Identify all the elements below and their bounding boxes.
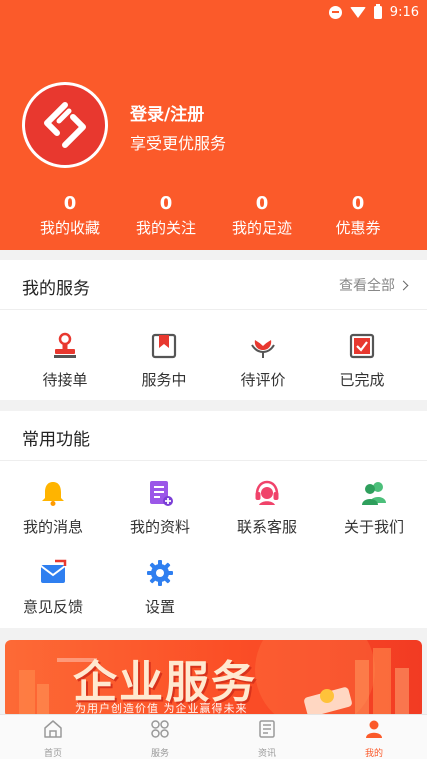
- service-in-progress[interactable]: 服务中: [119, 332, 209, 390]
- flower-icon: [251, 340, 275, 358]
- people-icon: [362, 482, 386, 505]
- function-customer-service[interactable]: 联系客服: [222, 479, 312, 537]
- mail-icon: [40, 559, 67, 583]
- document-icon: [150, 481, 173, 506]
- stat-label: 我的足迹: [231, 219, 292, 237]
- functions-header: 常用功能: [0, 411, 427, 461]
- function-label: 我的消息: [22, 518, 83, 536]
- bottom-tab-bar: 首页 服务 资讯 我的: [0, 714, 427, 759]
- services-header: 我的服务 查看全部: [0, 260, 427, 310]
- service-label: 待接单: [42, 371, 88, 389]
- tab-label: 我的: [364, 749, 383, 759]
- stat-label: 我的关注: [135, 219, 196, 237]
- home-icon: [44, 720, 62, 738]
- login-register-link[interactable]: 登录/注册: [130, 100, 204, 125]
- function-about-us[interactable]: 关于我们: [329, 479, 419, 537]
- function-my-messages[interactable]: 我的消息: [8, 479, 98, 537]
- check-box-icon: [349, 333, 375, 359]
- app-logo-icon: [25, 85, 105, 165]
- chevron-right-icon: [398, 280, 409, 290]
- profile-subtitle: 享受更优服务: [130, 134, 227, 153]
- battery-icon: [373, 3, 382, 19]
- service-label: 待评价: [240, 371, 286, 389]
- view-all-button[interactable]: 查看全部: [339, 275, 409, 295]
- enterprise-service-banner[interactable]: 企业服务 为用户创造价值 为企业赢得未来: [5, 640, 422, 718]
- status-time: 9:16: [389, 4, 419, 20]
- tab-label: 资讯: [257, 749, 276, 759]
- service-label: 已完成: [339, 371, 385, 389]
- grid-icon: [151, 720, 169, 738]
- tab-home[interactable]: 首页: [23, 719, 83, 759]
- services-title: 我的服务: [22, 279, 90, 299]
- stat-coupons[interactable]: 0 优惠券: [310, 192, 406, 240]
- common-functions-card: 常用功能 我的消息 我的资料 联系客服 关于我们 意见反馈 设置: [0, 411, 427, 628]
- tab-news[interactable]: 资讯: [237, 719, 297, 759]
- function-label: 设置: [144, 598, 175, 616]
- stat-label: 优惠券: [335, 219, 381, 237]
- function-feedback[interactable]: 意见反馈: [8, 559, 98, 617]
- bookmark-icon: [151, 333, 177, 359]
- view-all-label: 查看全部: [339, 278, 395, 294]
- stats-row: 0 我的收藏 0 我的关注 0 我的足迹 0 优惠券: [0, 192, 427, 242]
- stat-following[interactable]: 0 我的关注: [118, 192, 214, 240]
- stamp-icon: [54, 332, 76, 358]
- stat-history[interactable]: 0 我的足迹: [214, 192, 310, 240]
- function-label: 意见反馈: [22, 598, 83, 616]
- stat-value: 0: [255, 193, 269, 214]
- status-bar: 9:16: [328, 0, 427, 24]
- profile-header: 9:16 登录/注册 享受更优服务 0 我的收藏 0 我的关注 0 我的足迹 0…: [0, 0, 427, 250]
- stat-label: 我的收藏: [39, 219, 100, 237]
- stat-value: 0: [159, 193, 173, 214]
- tab-mine[interactable]: 我的: [344, 719, 404, 759]
- user-icon: [366, 720, 382, 738]
- function-label: 关于我们: [343, 518, 404, 536]
- headset-icon: [255, 480, 279, 505]
- function-label: 我的资料: [129, 518, 190, 536]
- function-label: 联系客服: [236, 518, 297, 536]
- function-my-profile[interactable]: 我的资料: [115, 479, 205, 537]
- functions-title: 常用功能: [22, 430, 90, 450]
- stat-value: 0: [63, 193, 77, 214]
- service-label: 服务中: [141, 371, 187, 389]
- wifi-icon: [349, 6, 366, 18]
- avatar[interactable]: [22, 82, 108, 168]
- bell-icon: [42, 482, 64, 506]
- stat-value: 0: [351, 193, 365, 214]
- gear-icon: [147, 560, 173, 586]
- service-pending-review[interactable]: 待评价: [218, 332, 308, 390]
- function-settings[interactable]: 设置: [115, 559, 205, 617]
- tab-services[interactable]: 服务: [130, 719, 190, 759]
- do-not-disturb-icon: [328, 5, 342, 19]
- tab-label: 首页: [43, 749, 62, 759]
- my-services-card: 我的服务 查看全部 待接单 服务中 待评价 已完成: [0, 260, 427, 400]
- tab-label: 服务: [150, 749, 169, 759]
- service-pending-accept[interactable]: 待接单: [20, 332, 110, 390]
- service-completed[interactable]: 已完成: [317, 332, 407, 390]
- news-icon: [259, 720, 275, 738]
- stat-favorites[interactable]: 0 我的收藏: [22, 192, 118, 240]
